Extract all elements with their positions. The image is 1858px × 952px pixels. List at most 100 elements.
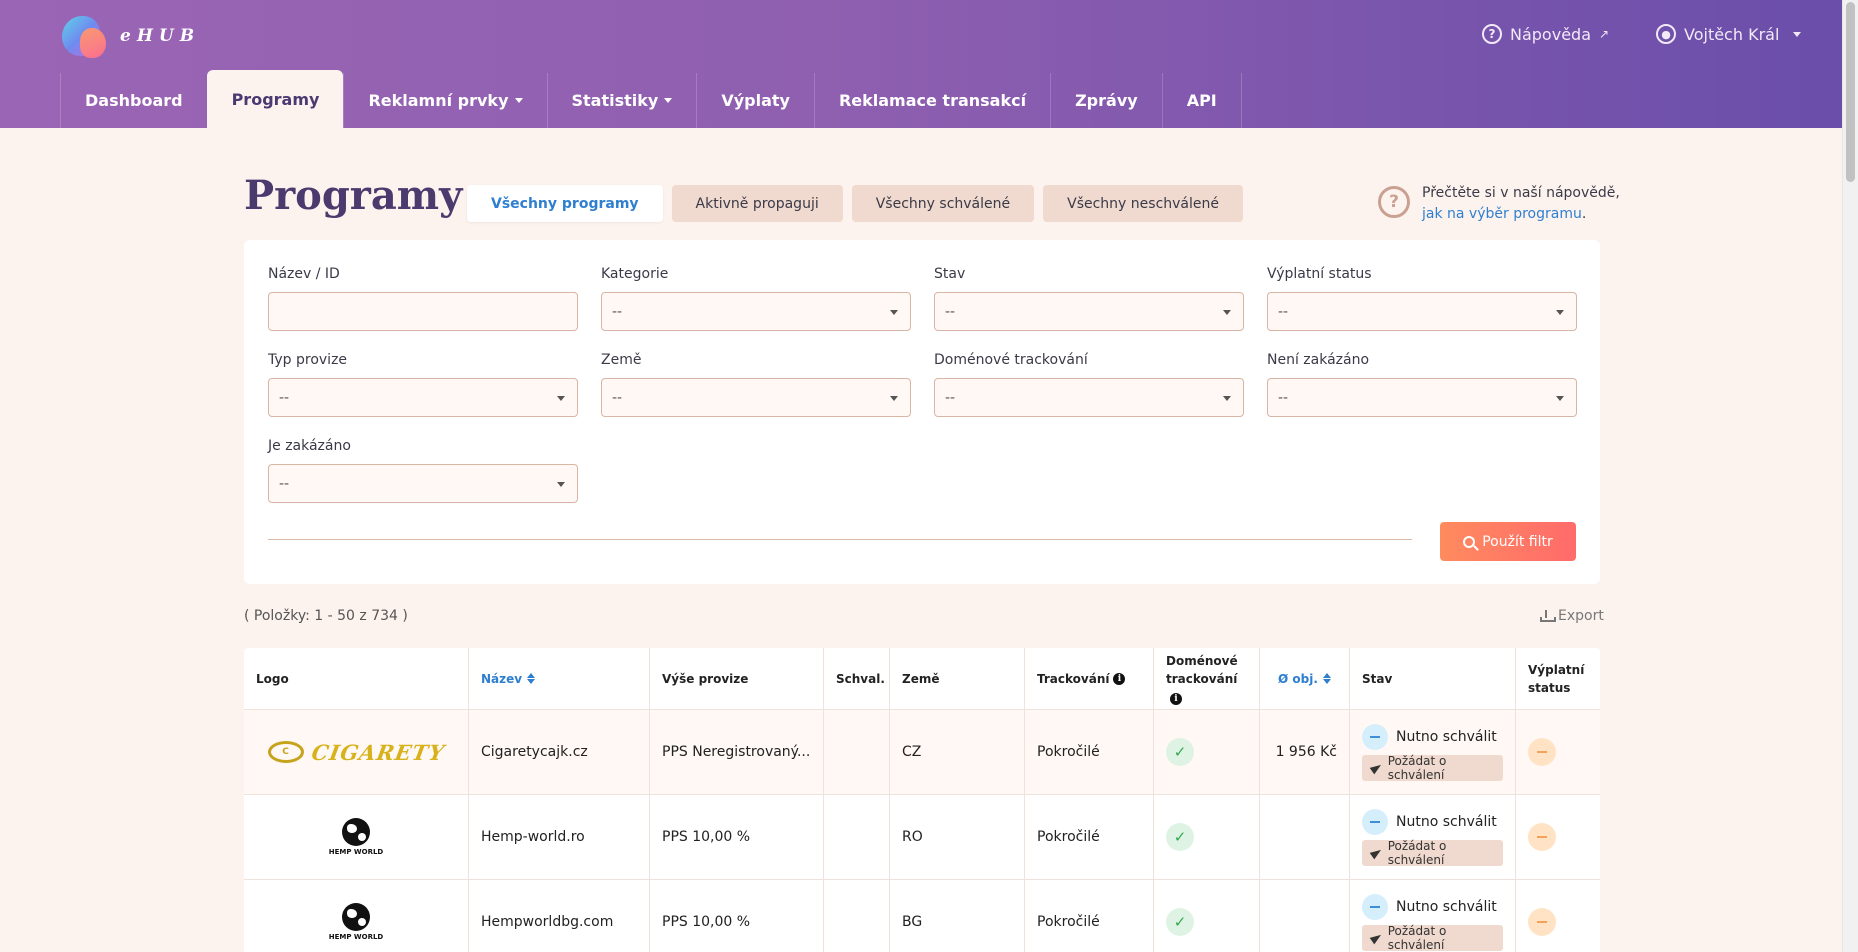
table-row[interactable]: HEMP WORLD Hemp-world.ro PPS 10,00 % RO … (244, 795, 1600, 880)
header-name-label: Název (481, 671, 523, 686)
program-commission: PPS Neregistrovaný... (650, 710, 824, 794)
filter-domenove-trackovani: Doménové trackování -- (934, 352, 1244, 417)
tab-all-programs[interactable]: Všechny programy (467, 185, 663, 222)
vyplatni-status-select[interactable]: -- (1267, 292, 1577, 331)
filter-label: Stav (934, 266, 966, 282)
state-label: Nutno schválit (1396, 728, 1497, 745)
nav-api[interactable]: API (1161, 73, 1242, 128)
je-zakazano-select[interactable]: -- (268, 464, 578, 503)
request-approval-button[interactable]: Požádat o schválení (1362, 923, 1503, 952)
tab-all-approved[interactable]: Všechny schválené (851, 185, 1035, 222)
user-menu[interactable]: ● Vojtěch Král (1656, 24, 1802, 44)
help-guide-link[interactable]: jak na výběr programu (1422, 206, 1582, 222)
header-tracking-label: Trackování (1037, 671, 1110, 686)
domenove-trackovani-select[interactable]: -- (934, 378, 1244, 417)
main-nav: Dashboard Programy Reklamní prvky Statis… (60, 70, 1242, 128)
filter-zeme: Země -- (601, 352, 911, 417)
request-approval-label: Požádat o schválení (1387, 753, 1447, 782)
typ-provize-select[interactable]: -- (268, 378, 578, 417)
state-label: Nutno schválit (1396, 813, 1497, 830)
table-row[interactable]: C CIGARETY Cigaretycajk.cz PPS Neregistr… (244, 710, 1600, 795)
download-icon (1540, 610, 1556, 622)
filter-label: Výplatní status (1267, 266, 1372, 282)
request-approval-label: Požádat o schválení (1387, 923, 1447, 952)
program-logo: HEMP WORLD (244, 795, 469, 879)
export-label: Export (1558, 608, 1604, 624)
nav-label: Výplaty (721, 91, 790, 110)
top-header: eHUB ? Nápověda ↗ ● Vojtěch Král Dashboa… (0, 0, 1842, 128)
nav-vyplaty[interactable]: Výplaty (696, 73, 814, 128)
program-payout-status (1516, 880, 1600, 952)
nav-reklamni-prvky[interactable]: Reklamní prvky (343, 73, 546, 128)
pending-icon (1362, 893, 1388, 920)
apply-filter-button[interactable]: Použít filtr (1440, 522, 1576, 561)
program-tracking: Pokročilé (1025, 880, 1154, 952)
program-approval (824, 795, 890, 879)
program-avg-order: 1 956 Kč (1260, 710, 1350, 794)
search-icon (1463, 535, 1476, 548)
select-value: -- (1278, 389, 1289, 406)
program-domain-tracking: ✓ (1154, 710, 1260, 794)
header-approval: Schval. (824, 648, 890, 709)
question-icon: ? (1378, 186, 1410, 218)
neni-zakazano-select[interactable]: -- (1267, 378, 1577, 417)
nav-statistiky[interactable]: Statistiky (546, 73, 697, 128)
nav-programy[interactable]: Programy (206, 70, 344, 128)
nav-dashboard[interactable]: Dashboard (60, 73, 207, 128)
help-link[interactable]: ? Nápověda ↗ (1482, 24, 1609, 44)
cigarety-logo-ring-icon: C (267, 741, 304, 763)
zeme-select[interactable]: -- (601, 378, 911, 417)
request-approval-button[interactable]: Požádat o schválení (1362, 838, 1503, 867)
stav-select[interactable]: -- (934, 292, 1244, 331)
ehub-logo[interactable]: eHUB (60, 14, 200, 58)
chevron-down-icon (890, 310, 898, 315)
payout-pending-icon (1528, 738, 1556, 766)
request-approval-label: Požádat o schválení (1387, 838, 1447, 867)
program-commission: PPS 10,00 % (650, 795, 824, 879)
chevron-down-icon (557, 482, 565, 487)
chevron-down-icon (1793, 31, 1802, 37)
help-link-label: Nápověda (1510, 24, 1591, 44)
header-name[interactable]: Název (469, 648, 650, 709)
payout-pending-icon (1528, 823, 1556, 851)
request-approval-button[interactable]: Požádat o schválení (1362, 753, 1503, 782)
table-row[interactable]: HEMP WORLD Hempworldbg.com PPS 10,00 % B… (244, 880, 1600, 952)
export-button[interactable]: Export (1540, 608, 1604, 624)
name-id-input[interactable] (268, 292, 578, 331)
hemp-world-logo: HEMP WORLD (256, 818, 456, 856)
select-value: -- (1278, 303, 1289, 320)
info-icon[interactable]: i (1113, 672, 1126, 685)
program-country: RO (890, 795, 1025, 879)
help-text: Přečtěte si v naší nápovědě, jak na výbě… (1422, 183, 1620, 225)
filter-label: Kategorie (601, 266, 669, 282)
table-header-row: Logo Název Výše provize Schval. Země Tra… (244, 648, 1600, 710)
scrollbar-thumb[interactable] (1846, 2, 1855, 182)
header-domain-tracking-label: Doménové trackování (1166, 653, 1238, 686)
tab-actively-promoting[interactable]: Aktivně propaguji (671, 185, 843, 222)
user-circle-icon: ● (1656, 24, 1676, 44)
sort-icon (527, 673, 536, 684)
tab-all-unapproved[interactable]: Všechny neschválené (1043, 185, 1243, 222)
program-name[interactable]: Cigaretycajk.cz (469, 710, 650, 794)
payout-pending-icon (1528, 908, 1556, 936)
question-circle-icon: ? (1482, 24, 1502, 44)
nav-reklamace[interactable]: Reklamace transakcí (813, 73, 1050, 128)
filter-stav: Stav -- (934, 266, 1244, 331)
page-scrollbar[interactable] (1842, 0, 1858, 952)
filter-neni-zakazano: Není zakázáno -- (1267, 352, 1577, 417)
header-avg-order[interactable]: Ø obj. (1260, 648, 1350, 709)
program-name[interactable]: Hempworldbg.com (469, 880, 650, 952)
info-icon[interactable]: i (1170, 692, 1182, 705)
page-title: Programy (244, 172, 463, 219)
program-logo: HEMP WORLD (244, 880, 469, 952)
check-icon: ✓ (1166, 738, 1194, 766)
filter-je-zakazano: Je zakázáno -- (268, 438, 578, 503)
nav-zpravy[interactable]: Zprávy (1050, 73, 1162, 128)
select-value: -- (945, 389, 956, 406)
send-icon (1371, 932, 1382, 944)
kategorie-select[interactable]: -- (601, 292, 911, 331)
programs-table: Logo Název Výše provize Schval. Země Tra… (244, 648, 1600, 952)
program-name[interactable]: Hemp-world.ro (469, 795, 650, 879)
nav-label: Programy (231, 89, 320, 109)
chevron-down-icon (1556, 310, 1564, 315)
